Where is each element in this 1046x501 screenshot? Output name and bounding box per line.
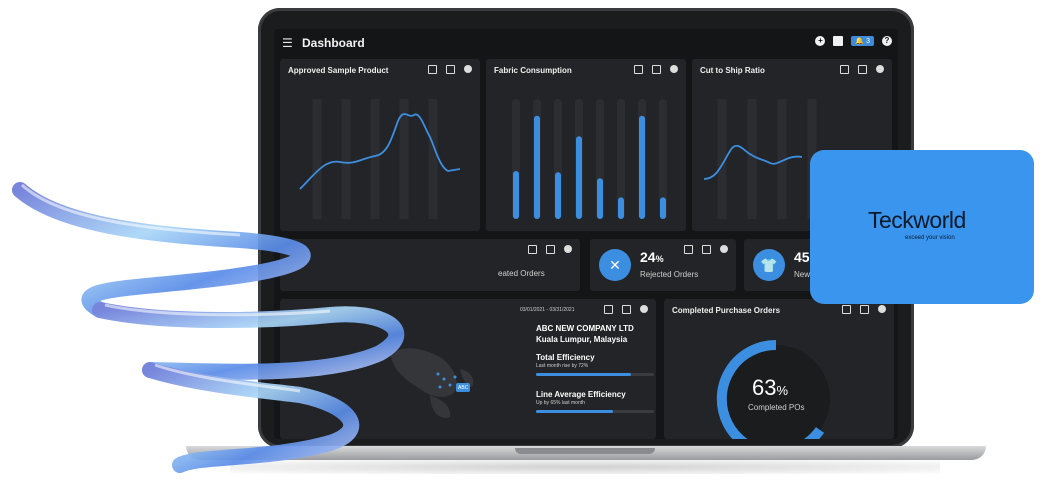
spiral-ribbon-graphic xyxy=(12,182,405,473)
filter-icon[interactable] xyxy=(604,305,613,314)
brand-tagline: exceed your vision xyxy=(905,235,955,241)
fabric-consumption-card: Fabric Consumption xyxy=(486,59,686,231)
total-efficiency-title: Total Efficiency xyxy=(536,353,595,362)
completed-donut xyxy=(716,339,830,439)
filter-icon[interactable] xyxy=(684,245,693,254)
new-label: New xyxy=(794,270,811,279)
fabric-bar xyxy=(513,171,519,219)
calendar-icon[interactable] xyxy=(622,305,631,314)
fabric-bar-chart xyxy=(512,99,667,219)
card-tools xyxy=(604,305,648,314)
completed-orders-card: Completed Purchase Orders 63% Completed … xyxy=(664,299,894,439)
rejected-value: 24% xyxy=(640,249,664,265)
fabric-bar xyxy=(576,136,582,219)
completed-value: 63% xyxy=(752,375,789,400)
fabric-bar xyxy=(597,178,603,219)
fabric-bar xyxy=(618,197,624,219)
notification-count: 3 xyxy=(866,38,870,45)
fabric-bar xyxy=(660,197,666,219)
help-icon[interactable] xyxy=(564,245,572,253)
new-value: 45 xyxy=(794,249,810,265)
company-location: Kuala Lumpur, Malaysia xyxy=(536,335,628,344)
menu-icon[interactable]: ☰ xyxy=(282,36,294,50)
page-title: Dashboard xyxy=(302,36,365,50)
calendar-icon[interactable] xyxy=(702,245,711,254)
fabric-bar xyxy=(555,172,561,219)
card-tools xyxy=(528,245,572,254)
reject-icon: ✕ xyxy=(599,249,631,281)
total-efficiency-sub: Last month rise by 72% xyxy=(536,363,589,369)
date-range[interactable]: 03/01/2021 - 03/31/2021 xyxy=(520,307,575,313)
fabric-bar xyxy=(639,115,645,219)
help-icon[interactable] xyxy=(720,245,728,253)
line-efficiency-title: Line Average Efficiency xyxy=(536,390,626,399)
total-efficiency-bar xyxy=(536,373,631,376)
line-efficiency-sub: Up by 65% last month xyxy=(536,400,585,406)
help-icon[interactable] xyxy=(640,305,648,313)
completed-label: Completed POs xyxy=(748,403,805,412)
help-icon[interactable]: ? xyxy=(882,36,892,46)
card-tools xyxy=(684,245,728,254)
calendar-icon[interactable] xyxy=(546,245,555,254)
map-pin-label: ABC xyxy=(458,385,469,391)
brand-card: Teckworld exceed your vision xyxy=(810,150,1034,304)
top-bar: ☰ Dashboard + 🔔 3 ? xyxy=(274,29,898,57)
notifications-button[interactable]: 🔔 3 xyxy=(851,36,874,46)
filter-icon[interactable] xyxy=(528,245,537,254)
created-orders-label: eated Orders xyxy=(498,269,545,278)
brand-logo: Teckworld xyxy=(868,207,966,233)
rejected-orders-card: ✕ 24% Rejected Orders xyxy=(590,239,736,291)
company-name: ABC NEW COMPANY LTD xyxy=(536,324,634,333)
fabric-bar xyxy=(534,115,540,219)
line-efficiency-bar xyxy=(536,410,613,413)
print-icon[interactable] xyxy=(833,36,844,46)
laptop-notch xyxy=(515,448,655,454)
rejected-label: Rejected Orders xyxy=(640,270,699,279)
toolbar: + 🔔 3 ? xyxy=(815,36,892,46)
add-icon[interactable]: + xyxy=(815,36,826,46)
shirt-icon: 👕 xyxy=(753,249,785,281)
